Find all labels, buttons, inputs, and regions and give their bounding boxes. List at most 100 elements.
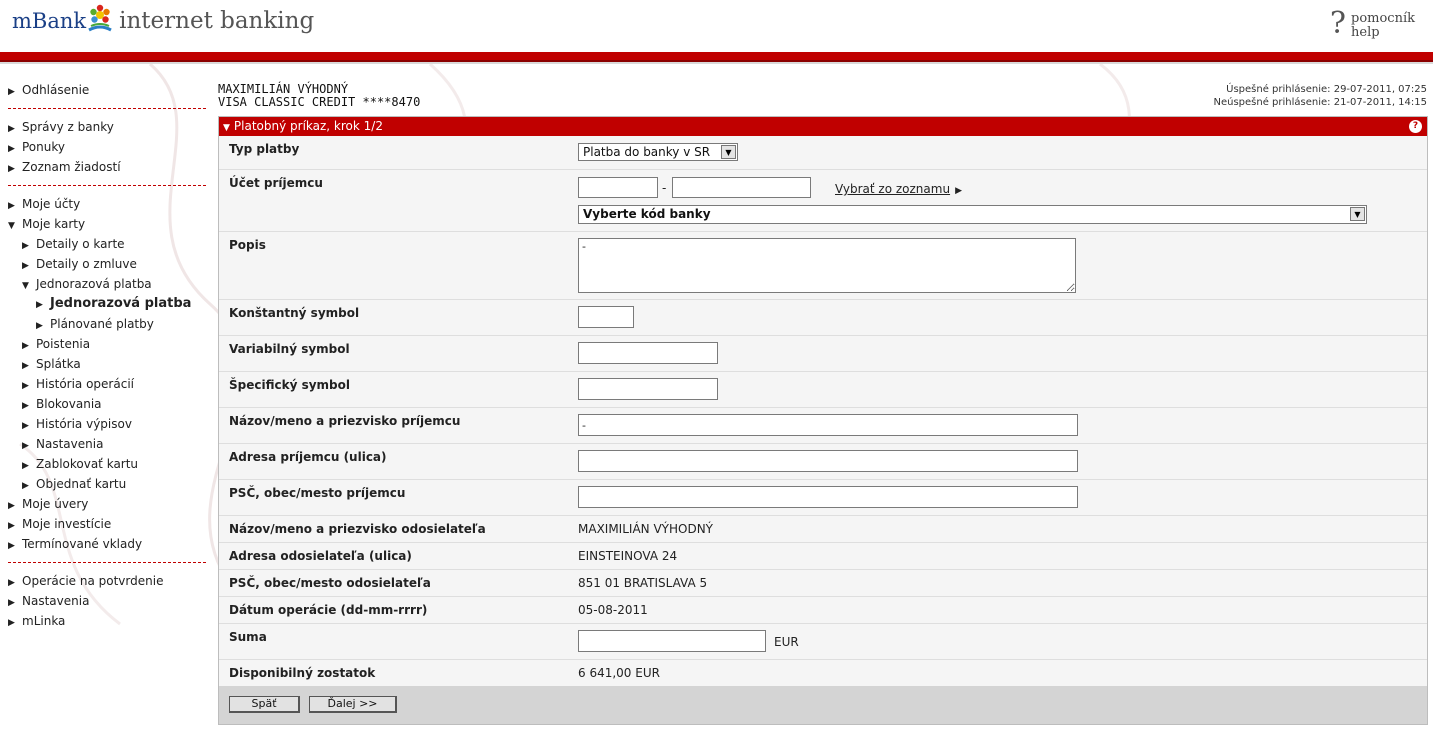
- sidebar-item-mlinka[interactable]: ▶ mLinka: [8, 613, 208, 633]
- sidebar-item-moje-investicie[interactable]: ▶ Moje investície: [8, 516, 208, 536]
- triangle-right-icon: ▶: [22, 401, 29, 411]
- help-label-sk: pomocník: [1351, 11, 1415, 26]
- recipient-address-input[interactable]: [578, 450, 1078, 472]
- triangle-right-icon: ▶: [8, 144, 15, 154]
- product-name: internet banking: [119, 8, 315, 34]
- sidebar-item-moje-uvery[interactable]: ▶ Moje úvery: [8, 496, 208, 516]
- sidebar-item-spravy[interactable]: ▶ Správy z banky: [8, 119, 208, 139]
- account-separator: -: [662, 181, 667, 195]
- triangle-right-icon: ▶: [8, 618, 15, 628]
- card-name: VISA CLASSIC CREDIT ****8470: [218, 95, 421, 109]
- sidebar-item-odhlasenie[interactable]: ▶ Odhlásenie: [8, 82, 208, 102]
- select-from-list-link[interactable]: Vybrať zo zoznamu ▶: [835, 182, 962, 196]
- field-label: PSČ, obec/mesto príjemcu: [229, 486, 406, 500]
- sidebar-separator: [8, 185, 206, 186]
- recipient-name-input[interactable]: [578, 414, 1078, 436]
- sidebar-item-zablokovat-kartu[interactable]: ▶ Zablokovať kartu: [8, 456, 208, 476]
- description-textarea[interactable]: -: [578, 238, 1076, 293]
- sidebar-item-blokovania[interactable]: ▶ Blokovania: [8, 396, 208, 416]
- sidebar-item-objednat-kartu[interactable]: ▶ Objednať kartu: [8, 476, 208, 496]
- sidebar-item-ponuky[interactable]: ▶ Ponuky: [8, 139, 208, 159]
- back-button[interactable]: Späť: [229, 696, 300, 713]
- flower-logo-icon: [88, 4, 112, 32]
- next-button[interactable]: Ďalej >>: [309, 696, 397, 713]
- currency-label: EUR: [774, 635, 799, 649]
- sidebar-item-moje-karty[interactable]: ▼ Moje karty: [8, 216, 208, 236]
- triangle-right-icon: ▶: [22, 241, 29, 251]
- account-prefix-input[interactable]: [578, 177, 658, 198]
- triangle-right-icon: ▶: [36, 321, 43, 331]
- triangle-right-icon: ▶: [8, 598, 15, 608]
- triangle-right-icon: ▶: [8, 541, 15, 551]
- mbank-logo[interactable]: mBank internet banking: [12, 4, 315, 36]
- sender-name-value: MAXIMILIÁN VÝHODNÝ: [578, 522, 713, 536]
- triangle-right-icon: ▶: [36, 300, 43, 310]
- sidebar-item-ziadosti[interactable]: ▶ Zoznam žiadostí: [8, 159, 208, 179]
- sidebar-item-jednorazova-platba-active[interactable]: ▶ Jednorazová platba: [8, 296, 208, 316]
- sidebar-item-operacie-na-potvrdenie[interactable]: ▶ Operácie na potvrdenie: [8, 573, 208, 593]
- triangle-right-icon: ▶: [8, 578, 15, 588]
- sidebar-item-jednorazova-platba-group[interactable]: ▼ Jednorazová platba: [8, 276, 208, 296]
- payment-order-panel: ▼ Platobný príkaz, krok 1/2 ? Typ platby …: [218, 116, 1428, 725]
- triangle-right-icon: ▶: [955, 186, 962, 196]
- sidebar-item-moje-ucty[interactable]: ▶ Moje účty: [8, 196, 208, 216]
- header-grey-bar: [0, 62, 1433, 64]
- last-successful-login: Úspešné prihlásenie: 29-07-2011, 07:25: [1226, 84, 1427, 95]
- triangle-right-icon: ▶: [8, 164, 15, 174]
- row-typ-platby: Typ platby Platba do banky v SR ▼: [219, 136, 1427, 170]
- sidebar-item-detaily-zmluve[interactable]: ▶ Detaily o zmluve: [8, 256, 208, 276]
- triangle-right-icon: ▶: [8, 521, 15, 531]
- sidebar-item-nastavenia-karty[interactable]: ▶ Nastavenia: [8, 436, 208, 456]
- field-label: Typ platby: [229, 142, 300, 156]
- field-label: Špecifický symbol: [229, 378, 351, 392]
- constant-symbol-input[interactable]: [578, 306, 634, 328]
- triangle-right-icon: ▶: [22, 441, 29, 451]
- triangle-right-icon: ▶: [22, 361, 29, 371]
- sidebar-item-historia-operacii[interactable]: ▶ História operácií: [8, 376, 208, 396]
- triangle-right-icon: ▶: [22, 421, 29, 431]
- field-label: Názov/meno a priezvisko príjemcu: [229, 414, 461, 428]
- sidebar-item-detaily-karte[interactable]: ▶ Detaily o karte: [8, 236, 208, 256]
- amount-input[interactable]: [578, 630, 766, 652]
- sidebar-item-nastavenia[interactable]: ▶ Nastavenia: [8, 593, 208, 613]
- row-specificky-symbol: Špecifický symbol: [219, 372, 1427, 408]
- field-label: Dátum operácie (dd-mm-rrrr): [229, 603, 428, 617]
- row-nazov-odosielatela: Názov/meno a priezvisko odosielateľa MAX…: [219, 516, 1427, 543]
- triangle-right-icon: ▶: [8, 501, 15, 511]
- sidebar-item-splatka[interactable]: ▶ Splátka: [8, 356, 208, 376]
- specific-symbol-input[interactable]: [578, 378, 718, 400]
- payment-type-select[interactable]: Platba do banky v SR ▼: [578, 143, 738, 161]
- triangle-right-icon: ▶: [22, 481, 29, 491]
- sidebar-item-planovane-platby[interactable]: ▶ Plánované platby: [8, 316, 208, 336]
- triangle-right-icon: ▶: [22, 381, 29, 391]
- row-konstantny-symbol: Konštantný symbol: [219, 300, 1427, 336]
- field-label: Disponibilný zostatok: [229, 666, 376, 680]
- field-label: Variabilný symbol: [229, 342, 350, 356]
- sender-address-value: EINSTEINOVA 24: [578, 549, 678, 563]
- row-adresa-odosielatela: Adresa odosielateľa (ulica) EINSTEINOVA …: [219, 543, 1427, 570]
- account-number-input[interactable]: [672, 177, 811, 198]
- triangle-right-icon: ▶: [22, 261, 29, 271]
- question-mark-icon: ?: [1329, 6, 1346, 41]
- sidebar-item-terminovane-vklady[interactable]: ▶ Termínované vklady: [8, 536, 208, 556]
- triangle-down-icon: ▼: [223, 123, 230, 133]
- recipient-city-input[interactable]: [578, 486, 1078, 508]
- top-header: mBank internet banking ? pomocník help: [0, 0, 1433, 52]
- field-label: Popis: [229, 238, 266, 252]
- panel-footer: Späť Ďalej >>: [219, 686, 1427, 724]
- account-info: MAXIMILIÁN VÝHODNÝ VISA CLASSIC CREDIT *…: [218, 83, 420, 109]
- sidebar-item-poistenia[interactable]: ▶ Poistenia: [8, 336, 208, 356]
- header-red-bar: [0, 52, 1433, 62]
- help-label-en: help: [1351, 25, 1380, 40]
- chevron-down-icon: ▼: [1350, 207, 1365, 221]
- field-label: Konštantný symbol: [229, 306, 360, 320]
- triangle-right-icon: ▶: [22, 341, 29, 351]
- operation-date-value: 05-08-2011: [578, 603, 648, 617]
- available-balance-value: 6 641,00 EUR: [578, 666, 660, 680]
- help-icon[interactable]: ?: [1409, 120, 1422, 133]
- variable-symbol-input[interactable]: [578, 342, 718, 364]
- help-link[interactable]: ? pomocník help: [1330, 9, 1415, 40]
- bank-code-select[interactable]: Vyberte kód banky ▼: [578, 205, 1367, 224]
- triangle-down-icon: ▼: [22, 281, 29, 291]
- sidebar-item-historia-vypisov[interactable]: ▶ História výpisov: [8, 416, 208, 436]
